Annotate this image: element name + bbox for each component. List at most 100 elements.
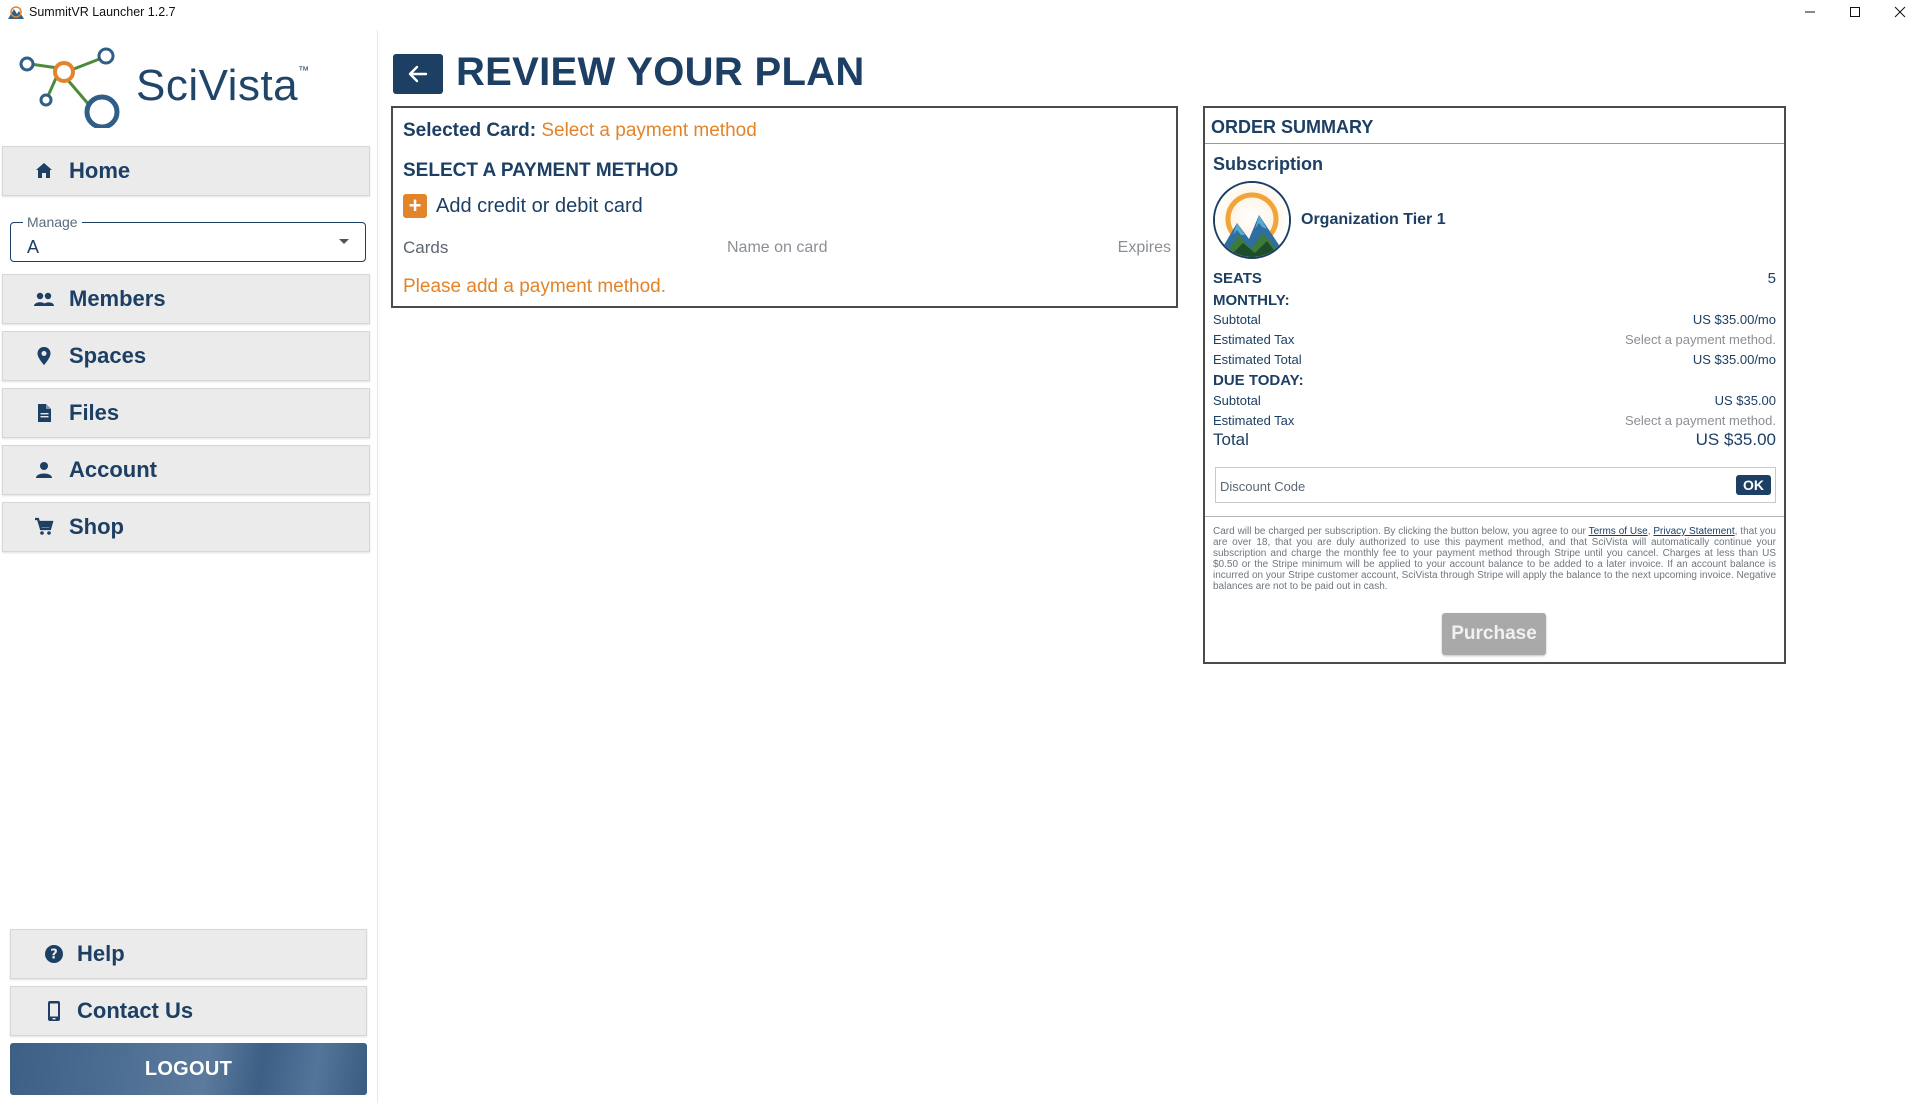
empty-cards-message: Please add a payment method. <box>403 276 667 297</box>
privacy-statement-link[interactable]: Privacy Statement <box>1653 526 1734 537</box>
manage-select[interactable]: Manage A <box>10 214 366 262</box>
add-card-button[interactable]: + Add credit or debit card <box>403 194 643 218</box>
person-icon <box>33 459 55 481</box>
cart-icon <box>33 516 55 538</box>
page-title: REVIEW YOUR PLAN <box>456 50 865 94</box>
divider <box>1205 516 1784 517</box>
maximize-button[interactable] <box>1832 0 1877 24</box>
plus-icon: + <box>403 194 427 218</box>
contact-us-button[interactable]: Contact Us <box>10 986 367 1036</box>
due-subtotal-row: Subtotal US $35.00 <box>1213 393 1776 408</box>
due-tax-row: Estimated Tax Select a payment method. <box>1213 413 1776 428</box>
sidebar-item-label: Account <box>69 457 157 482</box>
subscription-heading: Subscription <box>1213 154 1324 174</box>
due-today-heading-row: DUE TODAY: <box>1213 372 1776 389</box>
monthly-total-label: Estimated Total <box>1213 352 1302 367</box>
sidebar-item-label: Home <box>69 158 131 183</box>
logo-wordmark: SciVista™ <box>136 61 310 110</box>
minimize-button[interactable] <box>1787 0 1832 24</box>
help-label: Help <box>77 941 125 966</box>
monthly-heading-row: MONTHLY: <box>1213 292 1776 309</box>
monthly-subtotal-row: Subtotal US $35.00/mo <box>1213 312 1776 327</box>
due-total-value: US $35.00 <box>1695 430 1776 449</box>
column-header-expires: Expires <box>1117 239 1171 256</box>
home-icon <box>33 160 55 182</box>
app-icon <box>8 5 24 19</box>
apply-discount-button[interactable]: OK <box>1736 475 1771 495</box>
monthly-tax-value: Select a payment method. <box>1624 332 1776 347</box>
manage-select-value: A <box>27 237 40 257</box>
sidebar-item-label: Members <box>69 286 166 311</box>
monthly-total-row: Estimated Total US $35.00/mo <box>1213 352 1776 367</box>
chevron-down-icon <box>339 239 349 244</box>
sidebar-item-label: Files <box>69 400 120 425</box>
logout-button[interactable]: LOGOUT <box>10 1043 367 1095</box>
order-summary-header: ORDER SUMMARY <box>1205 108 1784 144</box>
arrow-left-icon <box>408 65 428 83</box>
svg-text:?: ? <box>50 948 58 963</box>
payment-method-panel: Selected Card: Select a payment method S… <box>391 106 1178 308</box>
contact-us-label: Contact Us <box>77 998 194 1023</box>
due-subtotal-value: US $35.00 <box>1714 393 1776 408</box>
manage-select-label: Manage <box>23 214 82 230</box>
selected-card-label: Selected Card: <box>403 120 537 141</box>
selected-card-value: Select a payment method <box>541 120 757 141</box>
monthly-label: MONTHLY: <box>1213 292 1290 309</box>
monthly-total-value: US $35.00/mo <box>1692 352 1776 367</box>
sidebar-item-account[interactable]: Account <box>2 445 370 495</box>
cards-table-header: Cards Name on card Expires <box>403 238 1171 260</box>
due-total-label: Total <box>1213 430 1249 449</box>
sidebar-item-home[interactable]: Home <box>2 146 370 196</box>
selected-card: Selected Card: Select a payment method <box>403 120 757 142</box>
select-payment-method-heading: SELECT A PAYMENT METHOD <box>403 160 679 181</box>
sidebar-item-files[interactable]: Files <box>2 388 370 438</box>
due-tax-value: Select a payment method. <box>1624 413 1776 428</box>
column-header-cards: Cards <box>403 238 449 257</box>
monthly-tax-label: Estimated Tax <box>1213 332 1295 347</box>
close-icon <box>1894 6 1905 18</box>
monthly-subtotal-value: US $35.00/mo <box>1692 312 1776 327</box>
discount-code-field[interactable]: Discount Code OK <box>1215 467 1776 503</box>
add-card-label: Add credit or debit card <box>436 194 643 217</box>
maximize-icon <box>1849 7 1860 17</box>
sidebar-item-shop[interactable]: Shop <box>2 502 370 552</box>
sidebar-item-members[interactable]: Members <box>2 274 370 324</box>
sidebar-divider <box>377 30 378 1103</box>
minimize-icon <box>1804 11 1815 13</box>
terms-of-use-link[interactable]: Terms of Use <box>1589 526 1648 537</box>
sidebar-item-label: Spaces <box>69 343 147 368</box>
column-header-name-on-card: Name on card <box>727 239 828 256</box>
due-total-row: Total US $35.00 <box>1213 430 1776 450</box>
sidebar-item-label: Shop <box>69 514 124 539</box>
back-button[interactable] <box>393 54 443 94</box>
purchase-button[interactable]: Purchase <box>1442 613 1546 655</box>
monthly-tax-row: Estimated Tax Select a payment method. <box>1213 332 1776 347</box>
monthly-subtotal-label: Subtotal <box>1213 312 1261 327</box>
seats-label: SEATS <box>1213 270 1262 287</box>
help-button[interactable]: ? Help <box>10 929 367 979</box>
people-icon <box>33 288 55 310</box>
due-tax-label: Estimated Tax <box>1213 413 1295 428</box>
location-pin-icon <box>33 345 55 367</box>
phone-icon <box>43 1000 65 1022</box>
window-controls <box>1787 0 1922 24</box>
file-icon <box>33 402 55 424</box>
help-circle-icon: ? <box>43 943 65 965</box>
mountain-sun-icon <box>1215 183 1289 257</box>
seats-value: 5 <box>1767 270 1776 287</box>
seats-row: SEATS 5 <box>1213 270 1776 287</box>
close-button[interactable] <box>1877 0 1922 24</box>
due-subtotal-label: Subtotal <box>1213 393 1261 408</box>
sidebar-item-spaces[interactable]: Spaces <box>2 331 370 381</box>
window-titlebar: SummitVR Launcher 1.2.7 <box>0 0 1922 24</box>
order-summary-panel: ORDER SUMMARY Subscription Organization … <box>1203 106 1786 664</box>
order-summary-title: ORDER SUMMARY <box>1211 117 1374 137</box>
legal-disclaimer: Card will be charged per subscription. B… <box>1213 526 1776 592</box>
subscription-logo <box>1213 181 1291 259</box>
scivista-logo: SciVista™ <box>18 44 338 128</box>
molecule-logo-icon <box>19 47 120 128</box>
tier-name: Organization Tier 1 <box>1301 211 1446 228</box>
window-title: SummitVR Launcher 1.2.7 <box>29 5 176 19</box>
due-today-label: DUE TODAY: <box>1213 372 1304 389</box>
discount-code-placeholder: Discount Code <box>1220 479 1306 494</box>
